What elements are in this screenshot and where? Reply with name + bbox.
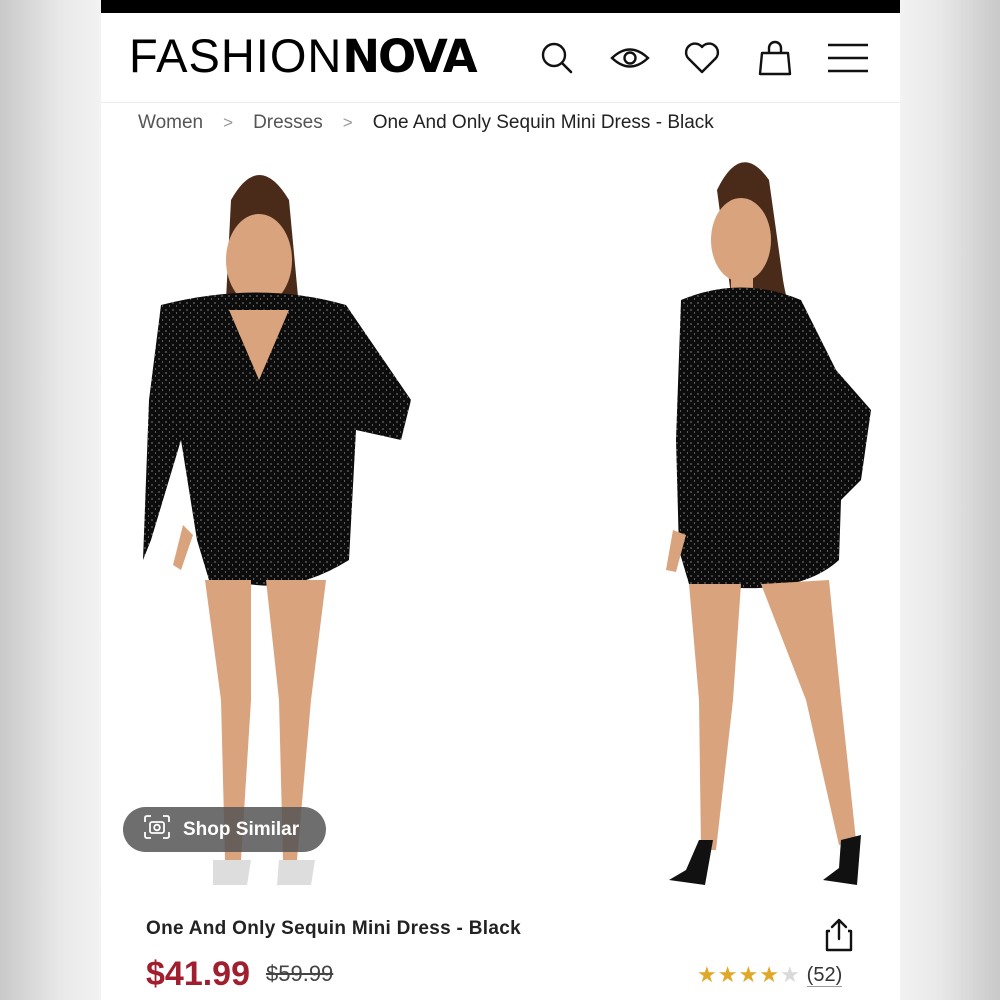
fashion-nova-logo[interactable]: FASHIONNOVA	[129, 29, 478, 83]
star-filled-icon: ★	[759, 962, 780, 987]
review-count[interactable]: (52)	[806, 964, 843, 987]
sale-price: $41.99	[146, 954, 250, 993]
logo-text-light: FASHION	[129, 29, 343, 82]
bag-icon[interactable]	[754, 37, 796, 79]
breadcrumb-dresses[interactable]: Dresses	[253, 112, 323, 134]
original-price: $59.99	[266, 961, 334, 986]
breadcrumb-separator: >	[342, 113, 353, 132]
camera-icon	[143, 814, 171, 845]
product-title: One And Only Sequin Mini Dress - Black	[146, 918, 521, 939]
product-image-back	[666, 162, 871, 885]
breadcrumb-current: One And Only Sequin Mini Dress - Black	[372, 112, 714, 133]
product-image-gallery[interactable]	[101, 140, 900, 900]
status-bar	[101, 0, 900, 13]
star-rating: ★★★★★	[697, 962, 801, 988]
eye-icon[interactable]	[607, 37, 653, 79]
star-filled-icon: ★	[697, 962, 718, 987]
phone-screen: FASHIONNOVA Women > Dresses > One And On…	[101, 0, 900, 1000]
shop-similar-label: Shop Similar	[183, 818, 300, 840]
price-row: $41.99 $59.99	[146, 952, 333, 996]
product-rating[interactable]: ★★★★★ (52)	[697, 960, 843, 990]
share-icon[interactable]	[823, 917, 855, 953]
star-filled-icon: ★	[738, 962, 760, 987]
star-empty-icon: ★	[779, 962, 801, 987]
search-icon[interactable]	[536, 37, 578, 79]
star-filled-icon: ★	[717, 962, 739, 987]
breadcrumb-separator: >	[223, 113, 234, 132]
product-image-front	[143, 175, 411, 885]
heart-icon[interactable]	[681, 37, 723, 79]
breadcrumb: Women > Dresses > One And Only Sequin Mi…	[138, 108, 714, 138]
breadcrumb-women[interactable]: Women	[138, 112, 203, 134]
shop-similar-button[interactable]: Shop Similar	[123, 807, 326, 852]
menu-icon[interactable]	[823, 37, 873, 79]
site-header: FASHIONNOVA	[101, 13, 900, 103]
logo-text-bold: NOVA	[342, 30, 477, 83]
